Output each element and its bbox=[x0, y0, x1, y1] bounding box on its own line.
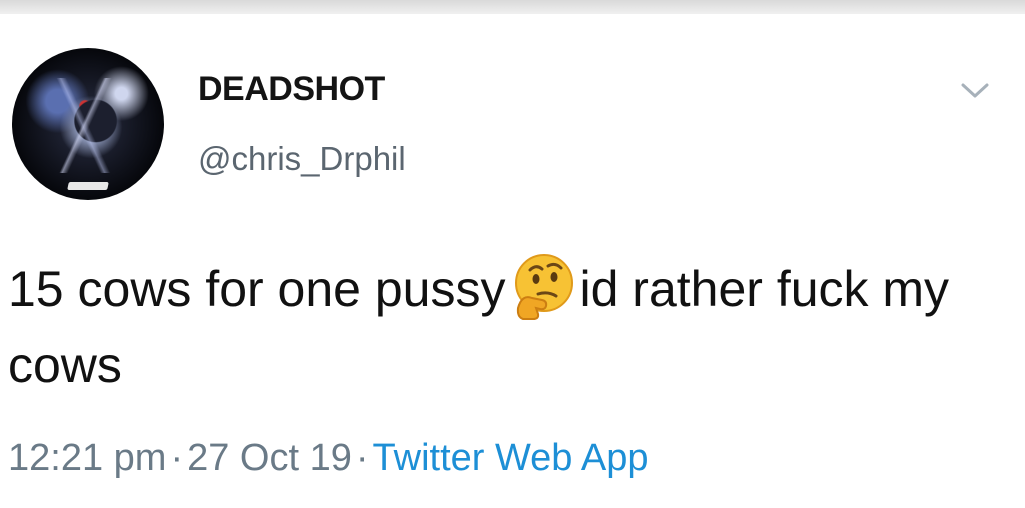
avatar-badge bbox=[67, 182, 109, 190]
tweet-text-part-1: 15 cows for one pussy bbox=[8, 261, 506, 317]
tweet-source-link[interactable]: Twitter Web App bbox=[373, 437, 649, 479]
display-name[interactable]: DEADSHOT bbox=[198, 70, 385, 109]
avatar[interactable] bbox=[12, 48, 164, 200]
meta-separator: · bbox=[355, 437, 369, 479]
top-border bbox=[0, 0, 1025, 14]
tweet-text: 15 cows for one pussy id rather fuck my … bbox=[8, 250, 1008, 403]
tweet-time[interactable]: 12:21 pm bbox=[8, 437, 166, 479]
tweet-meta: 12:21 pm · 27 Oct 19 · Twitter Web App bbox=[8, 437, 649, 480]
meta-separator: · bbox=[170, 437, 184, 479]
thinking-face-icon bbox=[514, 254, 573, 320]
tweet-date[interactable]: 27 Oct 19 bbox=[187, 437, 352, 479]
chevron-down-icon[interactable] bbox=[960, 82, 990, 100]
user-handle[interactable]: @chris_Drphil bbox=[198, 140, 406, 178]
